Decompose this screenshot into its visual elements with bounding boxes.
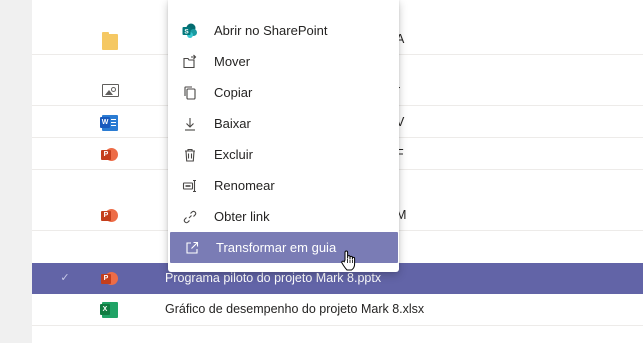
file-name[interactable]: Gráfico de desempenho do projeto Mark 8.… [165, 294, 424, 325]
word-badge: W [100, 117, 110, 128]
svg-text:S: S [184, 29, 189, 36]
menu-item-label: Mover [214, 54, 251, 69]
left-rail [0, 0, 32, 343]
sharepoint-icon: S [182, 23, 198, 39]
menu-item-open-in-sharepoint[interactable]: S Abrir no SharePoint [168, 15, 399, 46]
menu-item-make-tab[interactable]: Transformar em guia [170, 232, 398, 263]
menu-item-rename[interactable]: Renomear [168, 170, 399, 201]
powerpoint-badge: P [101, 150, 111, 160]
copy-icon [182, 85, 198, 101]
rename-icon [182, 178, 198, 194]
powerpoint-icon: P [101, 208, 118, 224]
menu-item-label: Transformar em guia [216, 240, 337, 255]
powerpoint-icon: P [101, 147, 118, 163]
trash-icon [182, 147, 198, 163]
menu-item-label: Copiar [214, 85, 253, 100]
word-icon: W [100, 115, 118, 131]
context-menu: S Abrir no SharePoint Mover Copiar Baixa… [168, 0, 399, 272]
move-icon [182, 54, 198, 70]
open-in-tab-icon [184, 240, 200, 256]
download-icon [182, 116, 198, 132]
checkmark-icon[interactable]: ✓ [58, 271, 72, 285]
excel-badge: X [100, 304, 110, 315]
powerpoint-icon: P [101, 271, 118, 287]
powerpoint-badge: P [101, 211, 111, 221]
menu-item-get-link[interactable]: Obter link [168, 201, 399, 232]
menu-item-download[interactable]: Baixar [168, 108, 399, 139]
excel-icon: X [100, 302, 118, 318]
menu-item-label: Obter link [214, 209, 270, 224]
menu-item-move[interactable]: Mover [168, 46, 399, 77]
menu-item-label: Renomear [214, 178, 275, 193]
menu-item-label: Abrir no SharePoint [214, 23, 328, 38]
menu-item-copy[interactable]: Copiar [168, 77, 399, 108]
menu-item-label: Excluir [214, 147, 254, 162]
powerpoint-badge: P [101, 274, 111, 284]
table-row[interactable]: X Gráfico de desempenho do projeto Mark … [32, 294, 643, 326]
image-icon [102, 84, 119, 97]
hand-cursor-icon [341, 250, 356, 271]
link-icon [182, 209, 198, 225]
menu-item-label: Baixar [214, 116, 251, 131]
menu-item-delete[interactable]: Excluir [168, 139, 399, 170]
folder-icon [102, 32, 118, 50]
